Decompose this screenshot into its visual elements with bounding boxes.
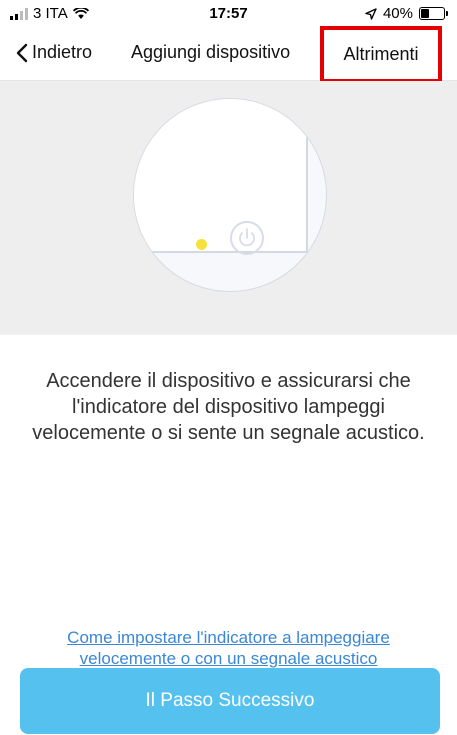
other-label: Altrimenti	[343, 44, 419, 64]
power-icon	[230, 221, 264, 255]
chevron-left-icon	[16, 43, 28, 62]
next-step-label: Il Passo Successivo	[145, 690, 315, 711]
status-right: 40%	[365, 5, 448, 22]
device-corner	[134, 99, 308, 253]
page-title: Aggiungi dispositivo	[131, 42, 291, 62]
navigation-bar: Indietro Aggiungi dispositivo Altrimenti	[0, 26, 457, 83]
battery-percent: 40%	[382, 5, 413, 22]
instruction-text: Accendere il dispositivo e assicurarsi c…	[32, 370, 425, 444]
status-bar: 3 ITA 17:57 40%	[0, 0, 457, 28]
indicator-light	[196, 239, 207, 250]
other-button[interactable]: Altrimenti	[320, 26, 442, 83]
location-icon	[365, 7, 377, 20]
back-button[interactable]: Indietro	[16, 42, 92, 63]
battery-icon	[419, 7, 448, 20]
back-label: Indietro	[32, 42, 93, 62]
device-illustration	[0, 81, 457, 335]
illustration-circle	[133, 98, 327, 292]
help-link[interactable]: Come impostare l'indicatore a lampeggiar…	[30, 627, 427, 669]
next-step-button[interactable]: Il Passo Successivo	[20, 668, 440, 734]
